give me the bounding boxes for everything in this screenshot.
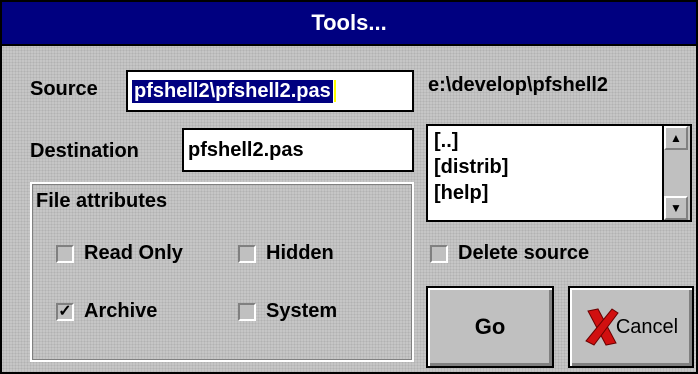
cancel-x-icon [585,308,619,346]
checkbox-box [238,244,256,263]
delete-source-label: Delete source [458,242,590,264]
dialog-body: Source pfshell2\pfshell2.pas e:\develop\… [2,46,696,372]
source-input[interactable]: pfshell2\pfshell2.pas [126,70,414,112]
destination-label: Destination [30,140,139,162]
source-label: Source [30,78,98,100]
checkbox-box [430,244,448,263]
checkbox-box [56,244,74,263]
list-item[interactable]: [distrib] [434,154,658,180]
tools-dialog: Tools... Source pfshell2\pfshell2.pas e:… [0,0,698,374]
read-only-label: Read Only [84,242,183,264]
system-checkbox[interactable]: System [238,300,337,323]
directory-path: e:\develop\pfshell2 [428,74,609,96]
go-button[interactable]: Go [426,286,554,368]
directory-list[interactable]: [..] [distrib] [help] ▲ ▼ [426,124,692,222]
list-item[interactable]: [..] [434,128,658,154]
title-bar[interactable]: Tools... [2,2,696,46]
scroll-up-arrow-icon[interactable]: ▲ [664,126,688,150]
file-attributes-title: File attributes [36,190,168,212]
window-title: Tools... [311,10,387,35]
destination-input[interactable]: pfshell2.pas [182,128,414,172]
archive-label: Archive [84,300,158,322]
checkbox-box [238,302,256,321]
source-value: pfshell2\pfshell2.pas [132,79,333,103]
hidden-checkbox[interactable]: Hidden [238,242,334,265]
scroll-down-arrow-icon[interactable]: ▼ [664,196,688,220]
cancel-button[interactable]: Cancel [568,286,694,368]
cancel-button-label: Cancel [615,315,679,338]
directory-items: [..] [distrib] [help] [428,126,664,220]
file-attributes-group: File attributes Read Only Hidden ✓ Archi… [30,182,414,362]
delete-source-checkbox[interactable]: Delete source [430,242,589,265]
hidden-label: Hidden [266,242,334,264]
go-button-label: Go [474,314,506,339]
list-item[interactable]: [help] [434,180,658,206]
archive-checkbox[interactable]: ✓ Archive [56,300,157,323]
read-only-checkbox[interactable]: Read Only [56,242,183,265]
text-caret [333,80,336,102]
destination-value: pfshell2.pas [188,138,304,161]
directory-scrollbar[interactable]: ▲ ▼ [662,126,690,220]
checkmark-icon: ✓ [56,302,74,321]
system-label: System [266,300,338,322]
